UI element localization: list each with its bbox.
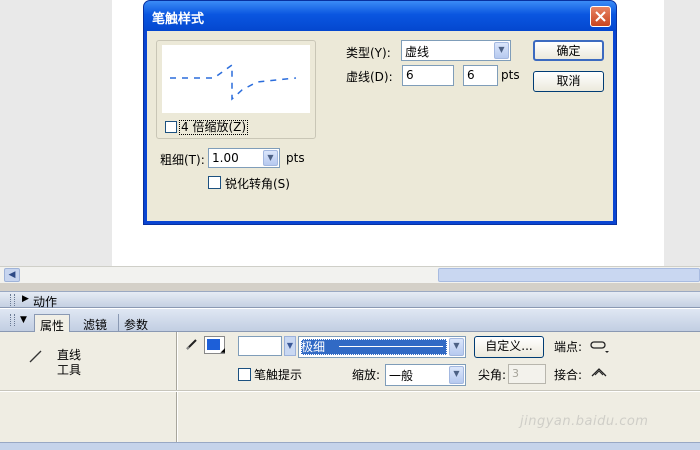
tab-properties[interactable]: 属性 — [34, 314, 71, 333]
miter-field: 3 — [508, 364, 546, 384]
stage-pasteboard-right — [664, 0, 700, 266]
divider — [0, 390, 700, 392]
custom-button[interactable]: 自定义... — [474, 336, 544, 358]
chevron-down-icon[interactable]: ▼ — [494, 42, 509, 59]
horizontal-scrollbar[interactable]: ◀ — [0, 266, 700, 283]
tool-name: 直线工具 — [57, 348, 82, 377]
stroke-style-value: 极细 — [301, 340, 326, 354]
thickness-label: 粗细(T): — [160, 153, 205, 167]
dropdown-arrow-icon: ◢ — [220, 347, 225, 354]
stroke-hints-label: 笔触提示 — [254, 368, 303, 382]
stroke-preview — [162, 45, 310, 113]
cap-label: 端点: — [554, 340, 583, 354]
watermark: jingyan.baidu.com — [520, 414, 649, 429]
actions-panel-header[interactable]: ▶ 动作 — [0, 291, 700, 309]
dialog-title: 笔触样式 — [152, 12, 205, 27]
grip-handle-icon[interactable] — [10, 314, 15, 326]
sharpen-corners-checkbox[interactable] — [208, 176, 221, 189]
panel-bottom-bar — [0, 442, 700, 450]
chevron-down-icon[interactable]: ▼ — [263, 150, 278, 166]
dash-gap-input[interactable]: 6 — [463, 65, 498, 86]
miter-label: 尖角: — [478, 368, 507, 382]
tab-parameters[interactable]: 参数 — [118, 314, 153, 332]
type-label: 类型(Y): — [346, 46, 391, 60]
thickness-unit: pts — [286, 151, 305, 165]
dialog-body: 4 倍缩放(Z) 粗细(T): 1.00 ▼ pts 锐化转角(S) 类型(Y)… — [147, 31, 613, 221]
stroke-color-swatch — [207, 339, 220, 350]
round-cap-icon[interactable] — [590, 340, 610, 354]
zoom-4x-label: 4 倍缩放(Z) — [179, 120, 249, 135]
properties-panel: 直线工具 ◢ ▼ 极细 ▼ 自定义... 端点: 笔触提示 缩放: 一般 ▼ 尖… — [0, 332, 700, 450]
ok-button[interactable]: 确定 — [533, 40, 604, 61]
scale-select[interactable]: 一般 ▼ — [385, 364, 466, 386]
scale-value: 一般 — [389, 369, 414, 383]
scrollbar-thumb[interactable] — [438, 268, 700, 282]
close-button[interactable] — [590, 6, 611, 27]
chevron-down-icon[interactable]: ▼ — [449, 366, 464, 384]
grip-handle-icon[interactable] — [10, 294, 15, 306]
cancel-button[interactable]: 取消 — [533, 71, 604, 92]
scroll-left-arrow-icon[interactable]: ◀ — [4, 268, 20, 282]
stroke-color-picker[interactable]: ◢ — [204, 336, 225, 354]
thickness-select[interactable]: 1.00 ▼ — [208, 148, 280, 168]
stroke-height-dropdown-button[interactable]: ▼ — [284, 336, 296, 356]
thickness-value: 1.00 — [212, 151, 239, 165]
stage-pasteboard-left — [0, 0, 112, 266]
line-tool-icon — [29, 350, 42, 363]
dialog-titlebar[interactable]: 笔触样式 — [144, 1, 616, 31]
collapse-arrow-icon[interactable]: ▼ — [20, 315, 27, 325]
zoom-4x-checkbox[interactable] — [165, 121, 177, 133]
actions-panel-title: 动作 — [33, 295, 58, 309]
properties-panel-header: ▼ 属性 滤镜 参数 — [0, 309, 700, 333]
stroke-style-select[interactable]: 极细 ▼ — [298, 336, 466, 358]
close-icon — [595, 11, 606, 22]
chevron-down-icon[interactable]: ▼ — [449, 338, 464, 356]
dash-unit: pts — [501, 68, 520, 82]
sharpen-corners-label: 锐化转角(S) — [225, 177, 290, 191]
panel-divider — [0, 283, 700, 291]
expand-arrow-icon[interactable]: ▶ — [22, 294, 29, 304]
stroke-style-preview-line — [339, 346, 443, 347]
stroke-style-dialog: 笔触样式 4 倍缩放(Z) 粗细(T): 1.00 ▼ pts 锐化转角(S) … — [143, 0, 617, 225]
round-join-icon[interactable] — [590, 366, 608, 378]
tab-filters[interactable]: 滤镜 — [78, 314, 112, 332]
divider — [176, 332, 178, 442]
join-label: 接合: — [554, 368, 583, 382]
scale-label: 缩放: — [352, 368, 381, 382]
type-value: 虚线 — [405, 45, 430, 59]
dash-label: 虚线(D): — [346, 70, 393, 84]
pencil-icon — [186, 339, 197, 350]
stroke-hints-checkbox[interactable] — [238, 368, 251, 381]
stroke-height-field[interactable] — [238, 336, 282, 356]
dash-length-input[interactable]: 6 — [402, 65, 454, 86]
type-select[interactable]: 虚线 ▼ — [401, 40, 511, 61]
